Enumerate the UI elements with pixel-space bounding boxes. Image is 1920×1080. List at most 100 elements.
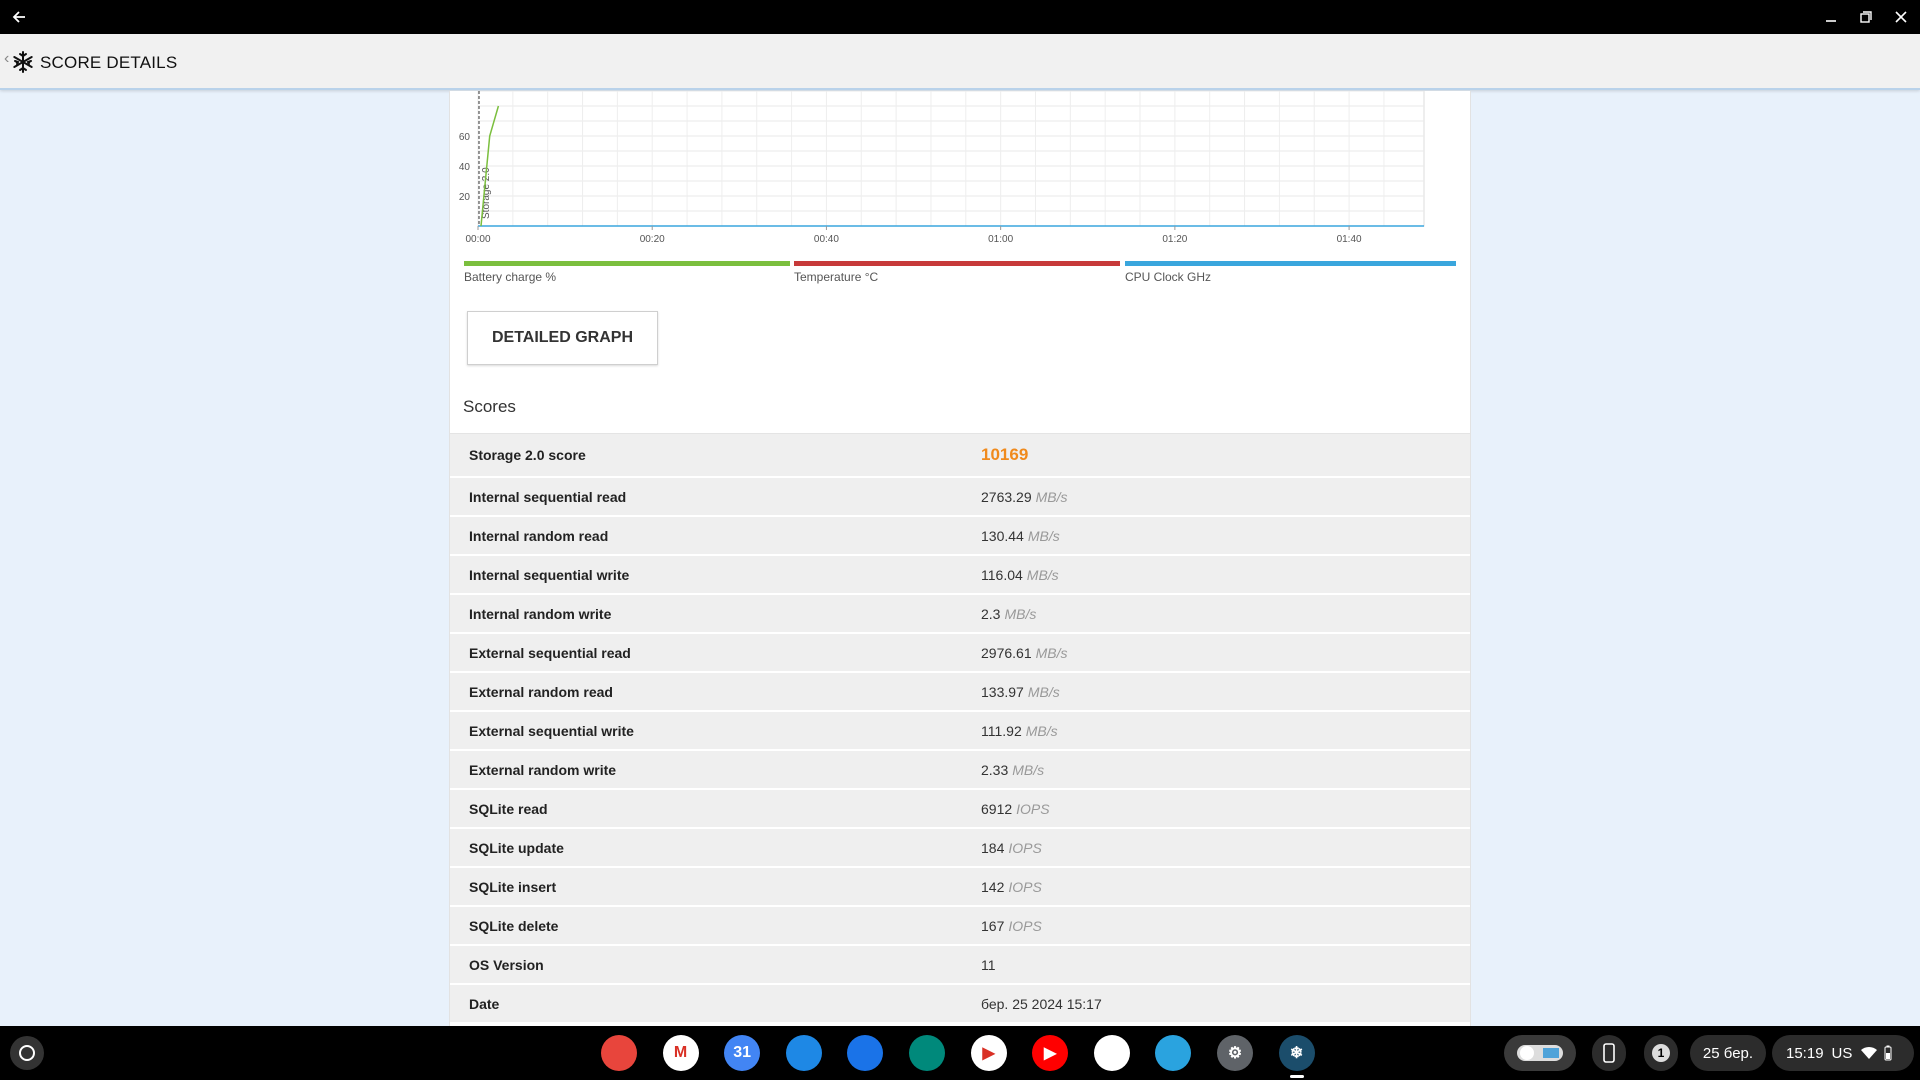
calendar-glyph: 31 xyxy=(733,1044,752,1061)
score-unit: MB/s xyxy=(1027,683,1060,700)
telegram-icon[interactable] xyxy=(1155,1035,1192,1071)
score-value: 116.04 xyxy=(981,566,1023,583)
score-name: Internal sequential read xyxy=(469,488,627,505)
score-value-cell: 2.3 MB/s xyxy=(981,606,1036,622)
close-icon[interactable] xyxy=(1884,0,1918,34)
back-arrow-icon[interactable] xyxy=(2,0,36,34)
table-row: External sequential read 2976.61 MB/s xyxy=(450,634,1470,673)
keyboard-layout-label: US xyxy=(1831,1044,1853,1062)
score-value: 2763.29 xyxy=(981,488,1032,505)
notification-badge[interactable]: 1 xyxy=(1644,1035,1678,1071)
score-unit: MB/s xyxy=(1035,488,1068,505)
score-name: External random read xyxy=(469,683,613,700)
score-name: Internal random write xyxy=(469,605,612,622)
y-tick-label: 20 xyxy=(459,192,471,203)
score-value-cell: 2763.29 MB/s xyxy=(981,489,1068,505)
y-tick-label: 60 xyxy=(459,132,471,143)
score-unit: MB/s xyxy=(1035,644,1068,661)
pcmark-icon[interactable]: ❄ xyxy=(1278,1035,1315,1071)
table-row: External sequential write 111.92 MB/s xyxy=(450,712,1470,751)
x-tick-label: 01:00 xyxy=(988,234,1013,245)
pcmark-glyph: ❄ xyxy=(1289,1045,1304,1062)
minimize-icon[interactable] xyxy=(1814,0,1848,34)
score-unit: MB/s xyxy=(1012,761,1045,778)
play-store-glyph: ▶ xyxy=(982,1045,995,1062)
score-name: SQLite update xyxy=(469,839,564,856)
score-name: External sequential read xyxy=(469,644,631,661)
table-row: SQLite delete 167 IOPS xyxy=(450,907,1470,946)
score-value: 184 xyxy=(981,839,1005,856)
score-unit: IOPS xyxy=(1008,878,1042,895)
status-tray[interactable]: 15:19 US xyxy=(1772,1035,1914,1071)
detailed-graph-button[interactable]: DETAILED GRAPH xyxy=(467,311,658,365)
youtube-icon[interactable]: ▶ xyxy=(1032,1035,1069,1071)
date-label: 25 бер. xyxy=(1702,1044,1754,1062)
x-tick-label: 01:20 xyxy=(1162,234,1187,245)
maximize-icon[interactable] xyxy=(1849,0,1883,34)
score-unit: MB/s xyxy=(1004,605,1037,622)
score-value-cell: 11 xyxy=(981,957,996,973)
score-unit: MB/s xyxy=(1026,566,1059,583)
table-row: Storage 2.0 score 10169 xyxy=(450,434,1470,478)
score-value: 2.33 xyxy=(981,761,1009,778)
score-name: SQLite insert xyxy=(469,878,557,895)
legend-battery: Battery charge % xyxy=(464,261,790,285)
score-unit: MB/s xyxy=(1027,527,1060,544)
scores-table: Storage 2.0 score 10169 Internal sequentia… xyxy=(450,434,1470,1024)
stylus-tray[interactable] xyxy=(1504,1035,1576,1071)
score-name: Internal random read xyxy=(469,527,609,544)
settings-glyph: ⚙ xyxy=(1227,1045,1243,1062)
messages-icon[interactable] xyxy=(847,1035,884,1071)
meet-icon[interactable] xyxy=(909,1035,945,1071)
score-name: External random write xyxy=(469,761,617,778)
table-row: Internal random read 130.44 MB/s xyxy=(450,517,1470,556)
stylus-icon xyxy=(1517,1045,1563,1061)
gmail-glyph: M xyxy=(673,1044,688,1061)
chrome-icon[interactable] xyxy=(601,1035,637,1071)
legend-battery-swatch xyxy=(464,261,790,266)
table-row: Internal random write 2.3 MB/s xyxy=(450,595,1470,634)
y-tick-label: 40 xyxy=(459,162,471,173)
active-app-indicator xyxy=(1289,1075,1304,1078)
table-row: Date бер. 25 2024 15:17 xyxy=(450,985,1470,1024)
score-value: 142 xyxy=(981,878,1005,895)
score-value: 6912 xyxy=(981,800,1013,817)
score-value-cell: бер. 25 2024 15:17 xyxy=(981,996,1102,1012)
score-value: 111.92 xyxy=(981,722,1022,739)
shelf: M 31 ▶ ▶ ⚙ ❄ 1 25 бер. 15:19 US xyxy=(0,1026,1920,1080)
page-title: SCORE DETAILS xyxy=(40,53,178,72)
legend-cpu-label: CPU Clock GHz xyxy=(1125,270,1212,284)
calendar-icon[interactable]: 31 xyxy=(724,1035,761,1071)
score-value: 133.97 xyxy=(981,683,1024,700)
score-value-cell: 6912 IOPS xyxy=(981,801,1050,817)
youtube-glyph: ▶ xyxy=(1044,1045,1057,1062)
phone-hub-icon[interactable] xyxy=(1592,1035,1626,1071)
launcher-circle-icon xyxy=(19,1045,35,1061)
date-tray[interactable]: 25 бер. xyxy=(1690,1035,1766,1071)
notification-count: 1 xyxy=(1652,1044,1670,1062)
table-row: External random write 2.33 MB/s xyxy=(450,751,1470,790)
score-name: SQLite delete xyxy=(469,917,559,934)
score-value: 2.3 xyxy=(981,605,1001,622)
score-details-panel: 20 40 60 00:00 00:20 00:40 01:00 01:20 01:40 Stor… xyxy=(449,91,1471,1026)
legend-battery-label: Battery charge % xyxy=(464,270,557,284)
score-value: бер. 25 2024 15:17 xyxy=(981,995,1102,1012)
table-row: External random read 133.97 MB/s xyxy=(450,673,1470,712)
legend-temperature-swatch xyxy=(794,261,1120,266)
legend-cpu: CPU Clock GHz xyxy=(1125,261,1456,285)
score-value-cell: 142 IOPS xyxy=(981,879,1042,895)
score-value-cell: 111.92 MB/s xyxy=(981,723,1058,739)
legend-cpu-swatch xyxy=(1125,261,1456,266)
settings-icon[interactable]: ⚙ xyxy=(1217,1035,1253,1071)
snowflake-icon xyxy=(12,51,34,73)
app-bar: ‹ SCORE DETAILS xyxy=(0,34,1920,90)
play-store-icon[interactable]: ▶ xyxy=(970,1035,1007,1071)
photos-icon[interactable] xyxy=(1093,1035,1130,1071)
scores-heading: Scores xyxy=(463,397,516,416)
score-value: 11 xyxy=(981,956,996,973)
launcher-button[interactable] xyxy=(10,1036,44,1070)
gmail-icon[interactable]: M xyxy=(662,1035,699,1071)
performance-chart: 20406000:00 00:20 00:40 01:00 01:20 01:40Stor… xyxy=(459,91,1425,245)
score-name: External sequential write xyxy=(469,722,634,739)
files-icon[interactable] xyxy=(785,1035,822,1071)
